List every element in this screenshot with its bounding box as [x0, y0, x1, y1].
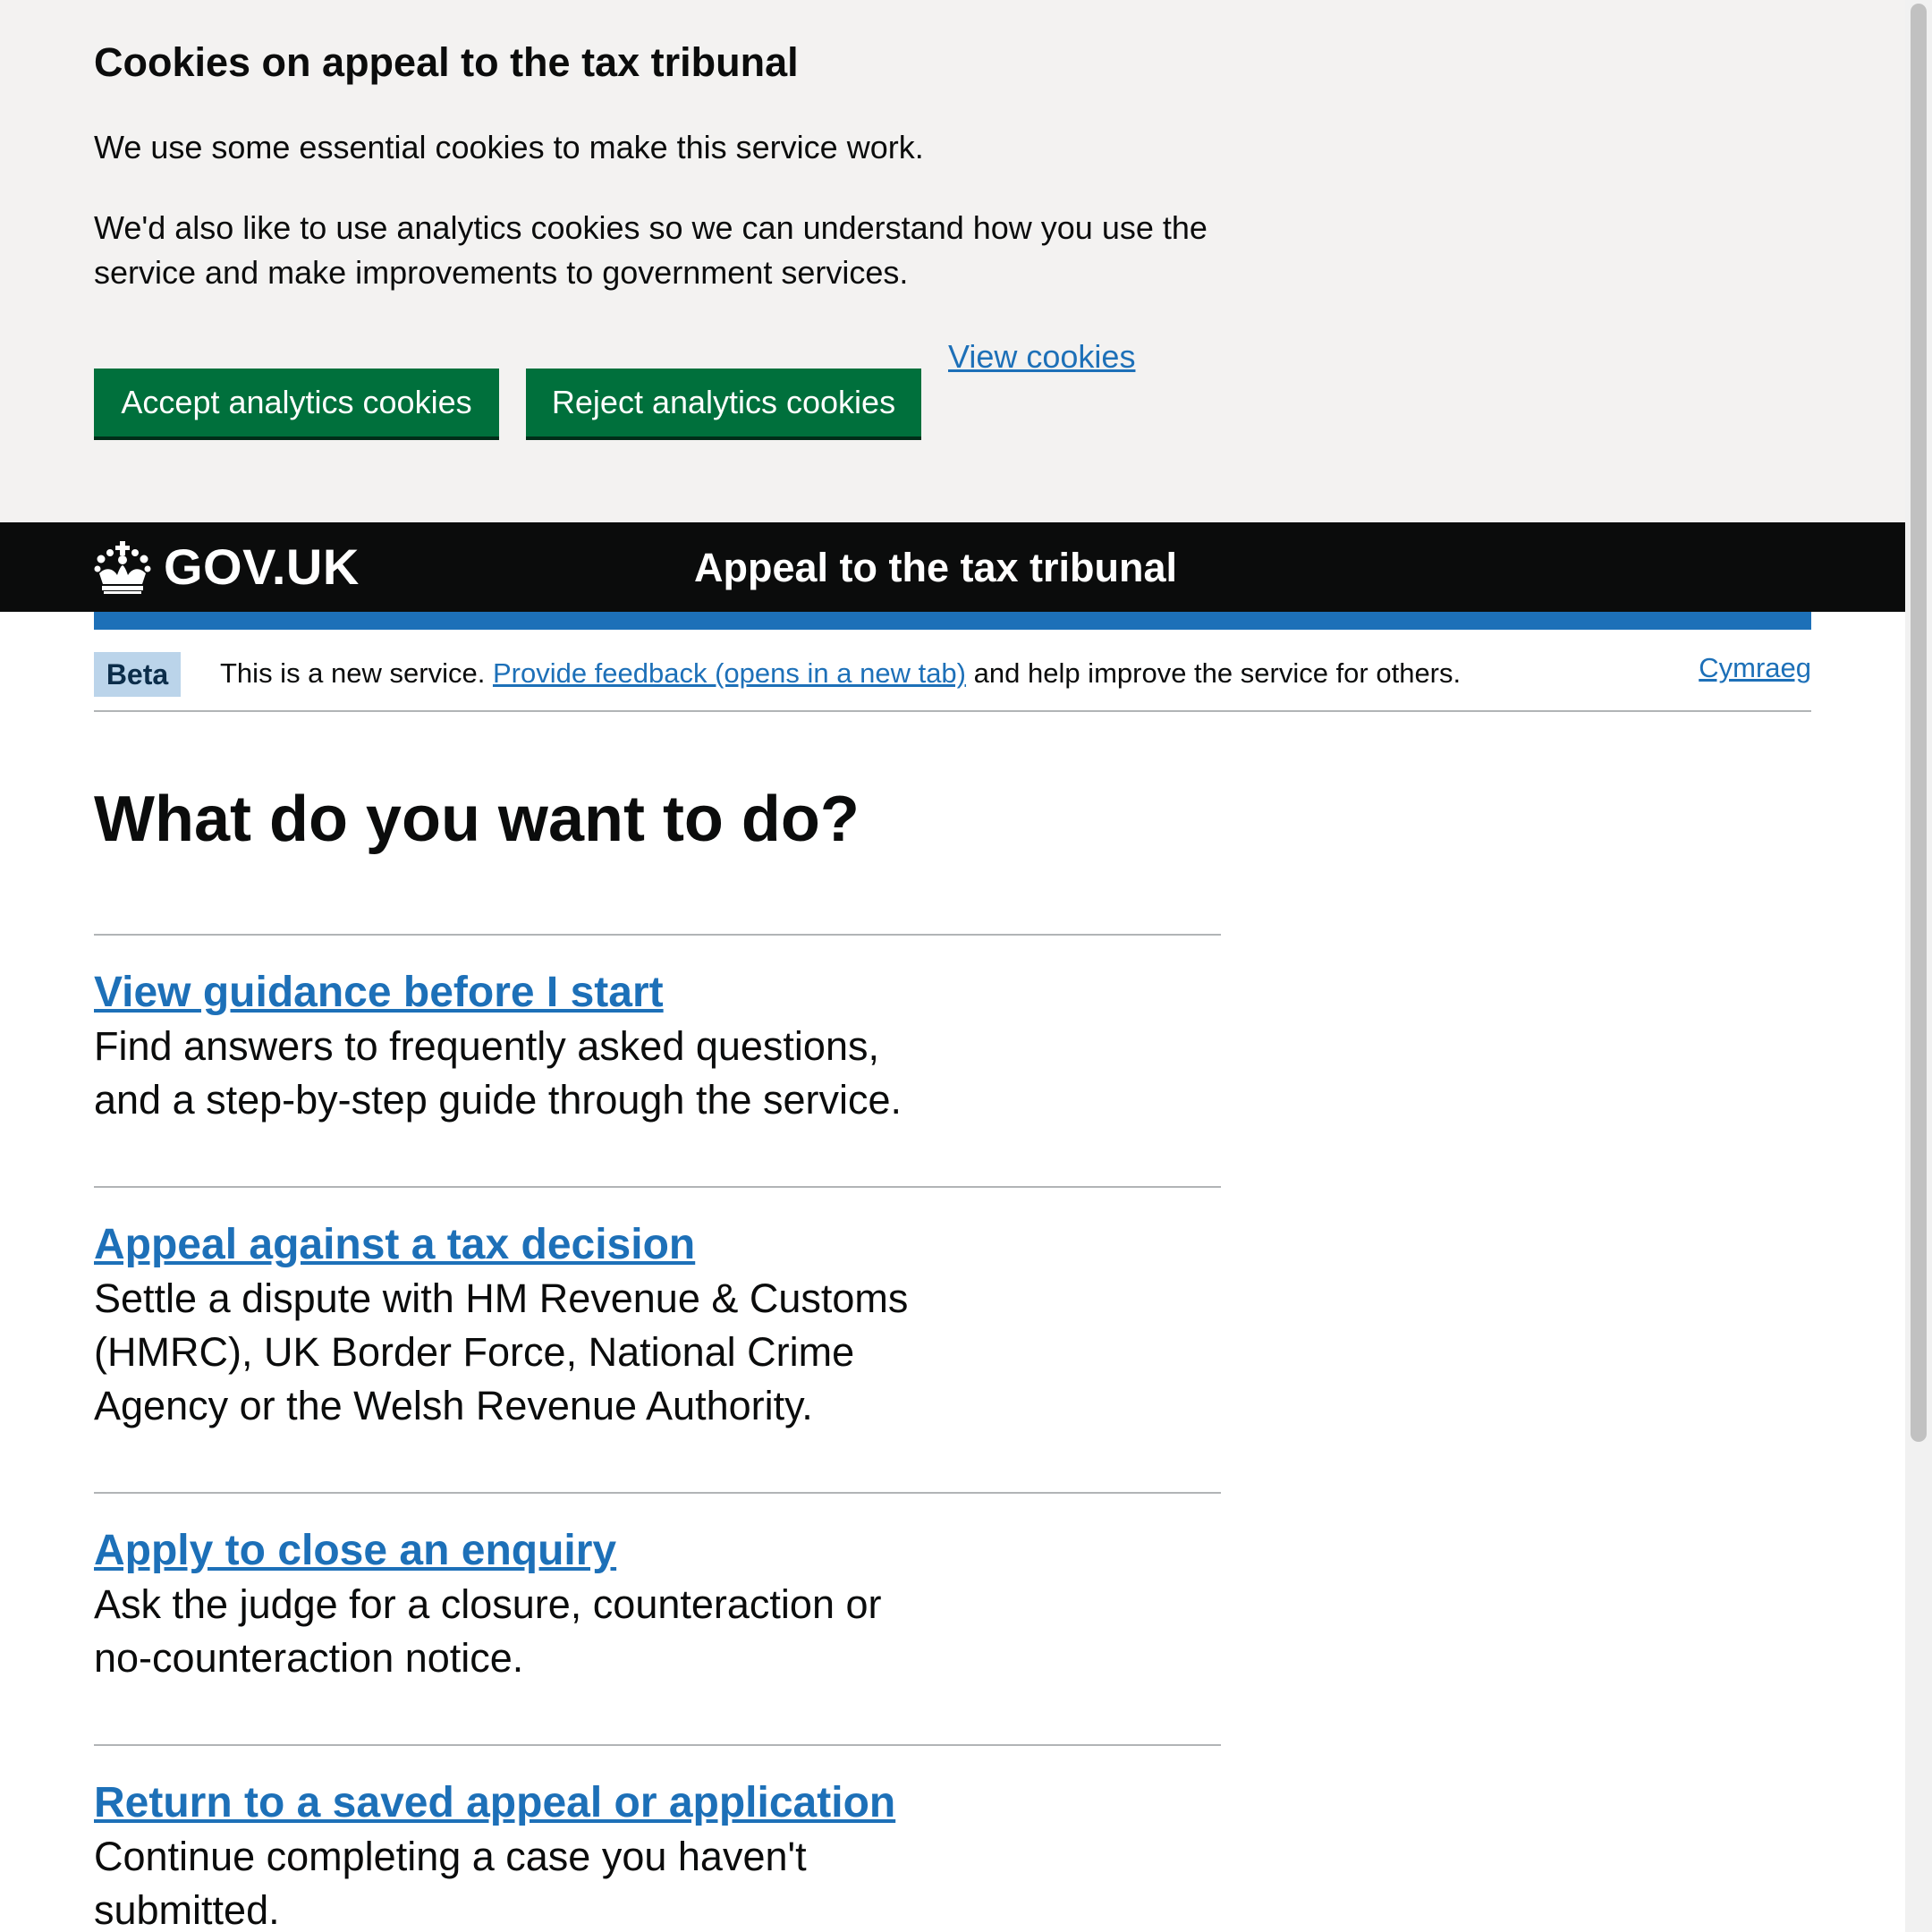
return-saved-appeal-link[interactable]: Return to a saved appeal or application — [94, 1776, 895, 1830]
crown-icon — [94, 539, 151, 595]
option-description: Find answers to frequently asked questio… — [94, 1023, 902, 1123]
option-view-guidance: View guidance before I start Find answer… — [94, 934, 1221, 1186]
view-guidance-link[interactable]: View guidance before I start — [94, 966, 664, 1020]
accept-analytics-cookies-button[interactable]: Accept analytics cookies — [94, 369, 499, 436]
browser-viewport: Cookies on appeal to the tax tribunal We… — [0, 0, 1905, 1932]
option-close-enquiry: Apply to close an enquiry Ask the judge … — [94, 1492, 1221, 1744]
beta-tag: Beta — [94, 652, 181, 697]
govuk-logo-text: GOV.UK — [164, 538, 360, 595]
phase-text-after: and help improve the service for others. — [973, 657, 1462, 689]
cookie-banner-title: Cookies on appeal to the tax tribunal — [94, 39, 799, 85]
govuk-logo-link[interactable]: GOV.UK — [94, 531, 360, 603]
close-enquiry-link[interactable]: Apply to close an enquiry — [94, 1524, 616, 1578]
scrollbar-thumb[interactable] — [1911, 4, 1927, 1442]
page-scrollbar[interactable] — [1905, 0, 1932, 1932]
cookie-banner-text-essential: We use some essential cookies to make th… — [94, 129, 924, 165]
phase-text-before: This is a new service. — [220, 657, 486, 689]
page-title: What do you want to do? — [94, 784, 860, 855]
option-description: Settle a dispute with HM Revenue & Custo… — [94, 1275, 909, 1428]
provide-feedback-link[interactable]: Provide feedback (opens in a new tab) — [493, 657, 966, 689]
option-appeal-tax-decision: Appeal against a tax decision Settle a d… — [94, 1186, 1221, 1492]
phase-banner-text: This is a new service. Provide feedback … — [220, 653, 1461, 694]
cookie-banner-text-analytics: We'd also like to use analytics cookies … — [94, 209, 1208, 291]
appeal-tax-decision-link[interactable]: Appeal against a tax decision — [94, 1218, 695, 1272]
govuk-header: GOV.UK Appeal to the tax tribunal — [0, 522, 1905, 612]
phase-banner: Beta This is a new service. Provide feed… — [94, 630, 1811, 712]
service-name-link[interactable]: Appeal to the tax tribunal — [694, 540, 1177, 596]
header-blue-bar — [94, 612, 1811, 630]
view-cookies-link[interactable]: View cookies — [948, 335, 1135, 379]
option-description: Continue completing a case you haven't s… — [94, 1834, 807, 1932]
cookie-banner: Cookies on appeal to the tax tribunal We… — [0, 0, 1905, 522]
option-description: Ask the judge for a closure, counteracti… — [94, 1581, 882, 1681]
option-return-saved: Return to a saved appeal or application … — [94, 1744, 1221, 1932]
language-toggle-cymraeg[interactable]: Cymraeg — [1699, 648, 1811, 689]
reject-analytics-cookies-button[interactable]: Reject analytics cookies — [526, 369, 921, 436]
